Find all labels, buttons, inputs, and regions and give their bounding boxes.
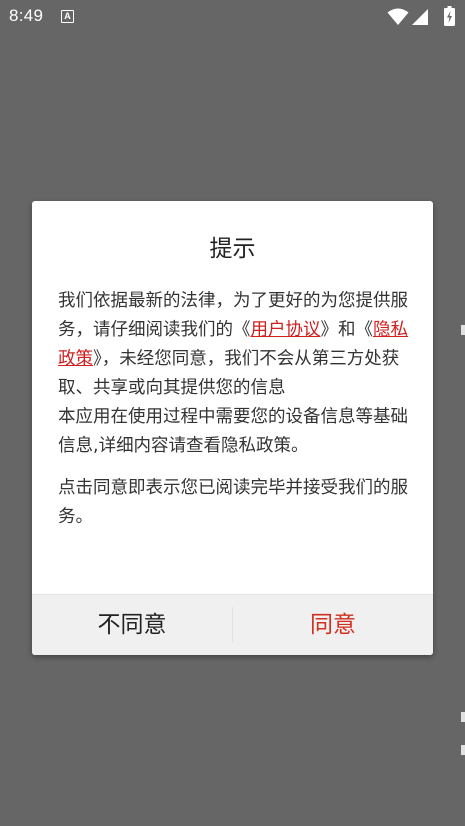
agree-button[interactable]: 同意: [233, 595, 433, 655]
signal-icon: [412, 9, 428, 25]
dialog-title: 提示: [209, 236, 256, 262]
paragraph-text: 》，未经您同意，我们不会从第三方处获取、共享或向其提供您的信息: [58, 349, 400, 398]
privacy-dialog: 提示 我们依据最新的法律，为了更好的为您提供服务，请仔细阅读我们的《用户协议》和…: [32, 201, 433, 655]
user-agreement-link[interactable]: 用户协议: [251, 320, 321, 340]
background-edge-mark: [461, 712, 465, 722]
notification-a-icon: A: [61, 10, 74, 23]
dialog-footer: 不同意 同意: [32, 594, 433, 655]
status-bar: 8:49 A: [0, 0, 465, 34]
dialog-paragraph-2: 本应用在使用过程中需要您的设备信息等基础信息,详细内容请查看隐私政策。: [58, 407, 408, 456]
status-time: 8:49: [9, 6, 44, 25]
background-edge-mark: [461, 325, 465, 335]
disagree-button[interactable]: 不同意: [32, 595, 232, 655]
wifi-icon: [387, 8, 409, 25]
dialog-paragraph-3: 点击同意即表示您已阅读完毕并接受我们的服务。: [58, 478, 408, 527]
dialog-body: 我们依据最新的法律，为了更好的为您提供服务，请仔细阅读我们的《用户协议》和《隐私…: [58, 287, 410, 532]
battery-charging-icon: [444, 6, 455, 26]
status-icons: [387, 6, 457, 26]
dialog-paragraph-1: 我们依据最新的法律，为了更好的为您提供服务，请仔细阅读我们的《用户协议》和《隐私…: [58, 287, 410, 403]
background-edge-mark: [461, 745, 465, 755]
paragraph-text: 》和《: [320, 320, 374, 340]
